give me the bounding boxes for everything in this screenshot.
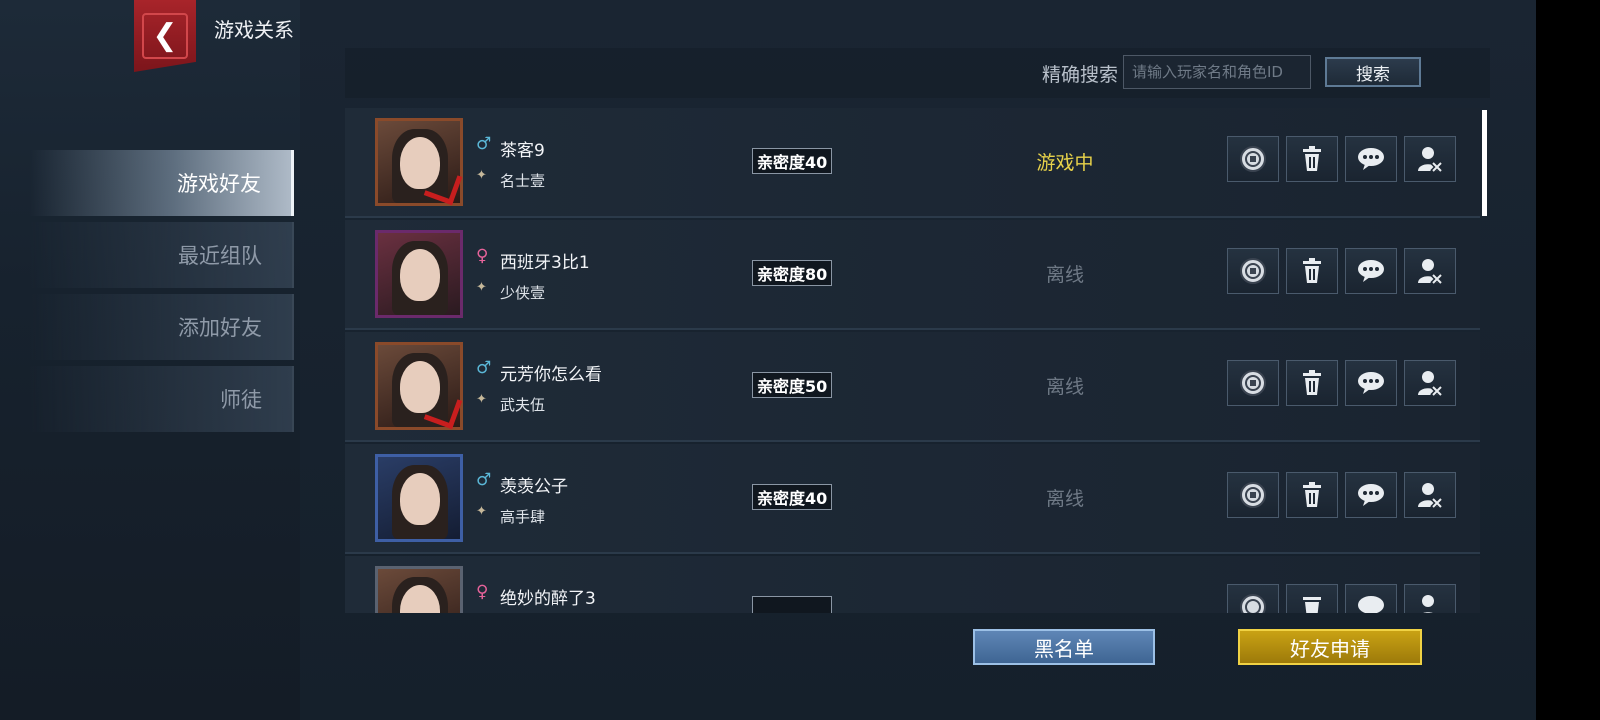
remove-friend-button[interactable] — [1404, 584, 1456, 613]
remove-friend-icon — [1418, 259, 1443, 284]
tab-game-friends[interactable]: 游戏好友 — [30, 150, 294, 216]
delete-friend-button[interactable] — [1286, 136, 1338, 182]
trash-icon — [1303, 597, 1321, 613]
remove-friend-button[interactable] — [1404, 472, 1456, 518]
player-name: 绝妙的醉了3 — [500, 589, 596, 609]
player-name: 茶客9 — [500, 141, 545, 161]
remove-friend-icon — [1418, 147, 1443, 172]
remove-friend-button[interactable] — [1404, 248, 1456, 294]
coin-icon — [1240, 258, 1266, 284]
friend-row[interactable]: ♀ ✦ 西班牙3比1 少侠壹 亲密度80 离线 — [345, 220, 1480, 330]
gift-coin-button[interactable] — [1227, 136, 1279, 182]
intimacy-badge: 亲密度40 — [752, 484, 833, 510]
remove-friend-button[interactable] — [1404, 136, 1456, 182]
status-text: 游戏中 — [1036, 152, 1094, 174]
remove-friend-icon — [1418, 483, 1443, 508]
gift-coin-button[interactable] — [1227, 360, 1279, 406]
player-name: 元芳你怎么看 — [500, 365, 602, 385]
male-icon: ♂ — [476, 470, 492, 490]
page-title: 游戏关系 — [214, 18, 294, 42]
status-text: 离线 — [1045, 488, 1084, 510]
delete-friend-button[interactable] — [1286, 584, 1338, 613]
blacklist-button[interactable]: 黑名单 — [973, 629, 1155, 665]
chat-bubble-icon — [1358, 372, 1384, 394]
player-title: 高手肆 — [500, 508, 546, 526]
rank-icon: ✦ — [476, 504, 487, 519]
avatar[interactable] — [375, 230, 463, 318]
search-input[interactable] — [1123, 55, 1311, 89]
avatar[interactable] — [375, 566, 463, 613]
intimacy-badge: 亲密度50 — [752, 372, 833, 398]
rank-icon: ✦ — [476, 280, 487, 295]
gift-coin-button[interactable] — [1227, 248, 1279, 294]
back-arrow-icon: ❮ — [142, 13, 188, 59]
intimacy-badge — [752, 596, 832, 613]
player-title: 名士壹 — [500, 172, 546, 190]
avatar[interactable] — [375, 342, 463, 430]
gift-coin-button[interactable] — [1227, 472, 1279, 518]
search-button[interactable]: 搜索 — [1325, 57, 1421, 87]
player-name: 西班牙3比1 — [500, 253, 590, 273]
trash-icon — [1303, 146, 1321, 171]
trash-icon — [1303, 258, 1321, 283]
chat-button[interactable] — [1345, 248, 1397, 294]
friend-row[interactable]: ♂ ✦ 茶客9 名士壹 亲密度40 游戏中 — [345, 108, 1480, 218]
friend-list[interactable]: ♂ ✦ 茶客9 名士壹 亲密度40 游戏中 ♀ ✦ 西班牙3比1 少侠壹 亲密度… — [345, 108, 1480, 613]
delete-friend-button[interactable] — [1286, 248, 1338, 294]
female-icon: ♀ — [476, 582, 489, 602]
avatar[interactable] — [375, 454, 463, 542]
chat-bubble-icon — [1358, 260, 1384, 282]
remove-friend-icon — [1422, 595, 1434, 613]
female-icon: ♀ — [476, 246, 489, 266]
delete-friend-button[interactable] — [1286, 360, 1338, 406]
chat-button[interactable] — [1345, 472, 1397, 518]
player-name: 羡羡公子 — [500, 477, 568, 497]
gift-coin-button[interactable] — [1227, 584, 1279, 613]
intimacy-badge: 亲密度80 — [752, 260, 833, 286]
back-button[interactable]: ❮ — [134, 0, 196, 72]
male-icon: ♂ — [476, 358, 492, 378]
chat-button[interactable] — [1345, 136, 1397, 182]
delete-friend-button[interactable] — [1286, 472, 1338, 518]
chat-bubble-icon — [1358, 484, 1384, 506]
friend-row[interactable]: ♂ ✦ 元芳你怎么看 武夫伍 亲密度50 离线 — [345, 332, 1480, 442]
chat-bubble-icon — [1358, 148, 1384, 170]
tab-master-apprentice[interactable]: 师徒 — [30, 366, 294, 432]
friend-request-button[interactable]: 好友申请 — [1238, 629, 1422, 665]
rank-icon: ✦ — [476, 392, 487, 407]
chat-button[interactable] — [1345, 360, 1397, 406]
search-bar — [345, 48, 1490, 98]
status-text: 离线 — [1045, 264, 1084, 286]
remove-friend-button[interactable] — [1404, 360, 1456, 406]
status-text: 离线 — [1045, 376, 1084, 398]
search-label: 精确搜索 — [1042, 64, 1119, 86]
player-title: 武夫伍 — [500, 396, 546, 414]
friend-row[interactable]: ♂ ✦ 羡羡公子 高手肆 亲密度40 离线 — [345, 444, 1480, 554]
tab-recent-team[interactable]: 最近组队 — [30, 222, 294, 288]
male-icon: ♂ — [476, 134, 492, 154]
intimacy-badge: 亲密度40 — [752, 148, 833, 174]
chat-button[interactable] — [1345, 584, 1397, 613]
coin-icon — [1240, 594, 1266, 613]
tab-add-friend[interactable]: 添加好友 — [30, 294, 294, 360]
list-scrollbar[interactable] — [1482, 110, 1487, 216]
player-title: 少侠壹 — [500, 284, 546, 302]
rank-icon: ✦ — [476, 168, 487, 183]
remove-friend-icon — [1418, 371, 1443, 396]
coin-icon — [1240, 146, 1266, 172]
right-edge — [1536, 0, 1600, 720]
avatar[interactable] — [375, 118, 463, 206]
friend-row[interactable]: ♀ 绝妙的醉了3 — [345, 556, 1480, 613]
left-panel — [0, 0, 300, 720]
trash-icon — [1303, 370, 1321, 395]
coin-icon — [1240, 370, 1266, 396]
trash-icon — [1303, 482, 1321, 507]
coin-icon — [1240, 482, 1266, 508]
chat-bubble-icon — [1358, 596, 1384, 613]
